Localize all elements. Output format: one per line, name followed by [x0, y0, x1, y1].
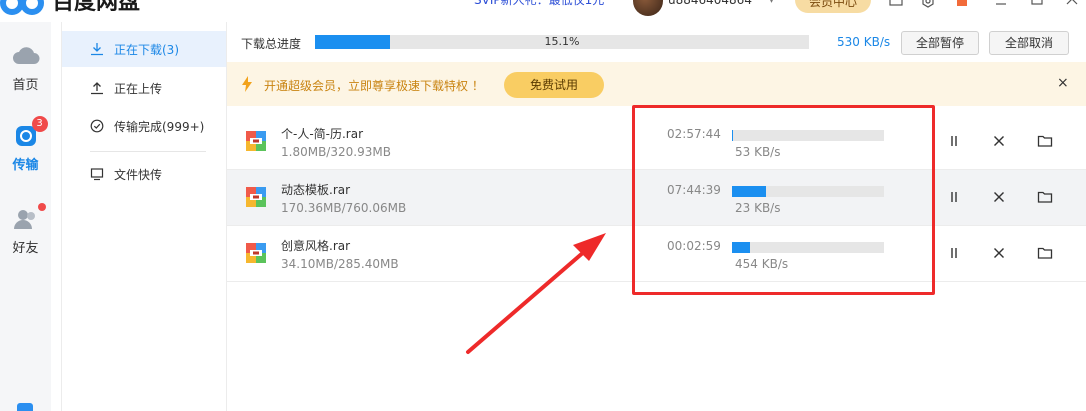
member-center-button[interactable]: 会员中心	[795, 0, 871, 13]
close-window-icon[interactable]	[1065, 0, 1079, 6]
folder-icon[interactable]	[1037, 133, 1053, 149]
free-trial-button[interactable]: 免费试用	[504, 72, 604, 98]
transfer-menu: 正在下载(3) 正在上传 传输完成(999+) 文件快传	[61, 22, 227, 411]
file-size: 170.36MB/760.06MB	[281, 201, 407, 215]
notification-dot	[37, 203, 46, 211]
lightning-icon	[242, 76, 252, 92]
app-logo: 百度网盘	[0, 0, 140, 18]
file-name: 动态模板.rar	[281, 183, 351, 197]
rail-item-friends[interactable]: 好友	[0, 203, 51, 256]
menu-item-quick-transfer[interactable]: 文件快传	[62, 156, 226, 192]
transfer-count-badge: 3	[31, 116, 48, 132]
chevron-down-icon[interactable]: ▾	[769, 0, 774, 10]
minimize-icon[interactable]	[994, 0, 1008, 6]
menu-divider	[90, 151, 206, 152]
menu-label-completed: 传输完成(999+)	[114, 119, 205, 134]
menu-item-completed[interactable]: 传输完成(999+)	[62, 108, 226, 144]
cancel-icon[interactable]	[991, 189, 1007, 205]
menu-label-quick-transfer: 文件快传	[114, 167, 163, 182]
promo-text: 开通超级会员，立即尊享极速下载特权 ！	[264, 79, 484, 93]
friends-icon	[12, 203, 46, 233]
file-size: 1.80MB/320.93MB	[281, 145, 391, 159]
close-icon[interactable]: ×	[1057, 75, 1069, 91]
cancel-icon[interactable]	[991, 133, 1007, 149]
pause-all-button[interactable]: 全部暂停	[901, 31, 979, 55]
rail-label-home: 首页	[12, 78, 39, 93]
cancel-icon[interactable]	[991, 245, 1007, 261]
mail-icon[interactable]	[889, 0, 903, 8]
gift-icon[interactable]	[955, 0, 969, 8]
upload-icon	[91, 82, 103, 95]
file-name: 创意风格.rar	[281, 239, 351, 253]
download-icon	[91, 43, 103, 56]
menu-item-downloading[interactable]: 正在下载(3)	[62, 31, 226, 67]
rail-label-transfer: 传输	[12, 158, 39, 173]
annotation-highlight-box	[632, 105, 935, 295]
total-progress-row: 下载总进度 15.1% 530 KB/s 全部暂停 全部取消	[227, 22, 1086, 62]
netdisk-logo-icon	[0, 0, 44, 15]
monitor-icon	[90, 168, 104, 181]
rail-label-friends: 好友	[12, 241, 39, 256]
settings-icon[interactable]	[921, 0, 935, 8]
app-title: 百度网盘	[52, 0, 141, 15]
menu-label-uploading: 正在上传	[114, 81, 163, 96]
nav-rail: 首页 3 传输 好友	[0, 22, 51, 411]
menu-label-downloading: 正在下载(3)	[114, 42, 179, 57]
folder-icon[interactable]	[1037, 245, 1053, 261]
vip-promo-link[interactable]: SVIP新人礼：最低仅1元	[474, 0, 604, 9]
rar-file-icon	[246, 243, 266, 263]
cancel-all-button[interactable]: 全部取消	[989, 31, 1069, 55]
pause-icon[interactable]	[946, 245, 962, 261]
avatar[interactable]	[633, 0, 663, 16]
total-progress-bar: 15.1%	[315, 35, 809, 49]
maximize-icon[interactable]	[1030, 0, 1044, 6]
rail-item-home[interactable]: 首页	[0, 42, 51, 93]
user-id[interactable]: u8846404864	[668, 0, 752, 9]
check-circle-icon	[90, 119, 104, 133]
pause-icon[interactable]	[946, 189, 962, 205]
total-progress-percent: 15.1%	[544, 35, 580, 48]
baidu-netdisk-window: 百度网盘 SVIP新人礼：最低仅1元 u8846404864 ▾ 会员中心 首页…	[0, 0, 1086, 411]
transfer-icon: 3	[12, 116, 48, 150]
rail-item-transfer[interactable]: 3 传输	[0, 116, 51, 173]
cloud-icon	[12, 42, 40, 70]
phone-icon[interactable]	[17, 403, 33, 411]
total-speed: 530 KB/s	[837, 35, 891, 49]
rar-file-icon	[246, 131, 266, 151]
file-name: 个-人-简-历.rar	[281, 127, 364, 141]
menu-item-uploading[interactable]: 正在上传	[62, 70, 226, 106]
title-bar: 百度网盘 SVIP新人礼：最低仅1元 u8846404864 ▾ 会员中心	[0, 0, 1086, 22]
pause-icon[interactable]	[946, 133, 962, 149]
folder-icon[interactable]	[1037, 189, 1053, 205]
total-progress-label: 下载总进度	[241, 37, 302, 51]
file-size: 34.10MB/285.40MB	[281, 257, 399, 271]
rar-file-icon	[246, 187, 266, 207]
speedup-promo-banner: 开通超级会员，立即尊享极速下载特权 ！ 免费试用 ×	[227, 62, 1086, 106]
